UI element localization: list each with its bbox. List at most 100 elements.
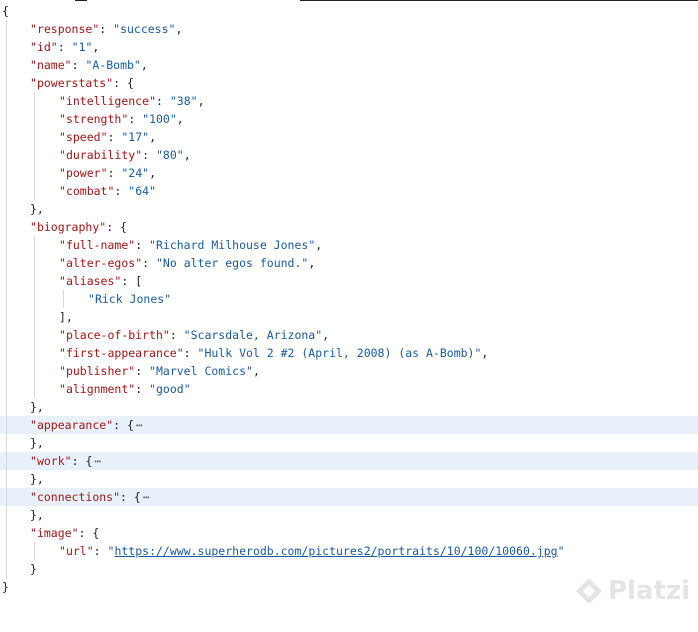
indent-guide xyxy=(6,200,7,218)
json-key: "publisher" xyxy=(59,364,136,378)
watermark-text: Platzi xyxy=(608,576,690,606)
indent-guide xyxy=(34,164,35,182)
json-value: "Richard Milhouse Jones" xyxy=(149,238,316,252)
json-line: "strength": "100", xyxy=(0,110,698,128)
json-line: }, xyxy=(0,434,698,452)
indent-guide xyxy=(6,380,7,398)
close-brace: } xyxy=(30,562,37,576)
close-brace: }, xyxy=(30,436,44,450)
json-key: "intelligence" xyxy=(59,94,156,108)
collapsed-appearance-row[interactable]: "appearance": {⋯ xyxy=(0,416,698,434)
json-key: "work" xyxy=(30,454,72,468)
json-key: "first-appearance" xyxy=(59,346,184,360)
ellipsis-icon[interactable]: ⋯ xyxy=(94,454,101,468)
close-brace: }, xyxy=(30,508,44,522)
json-line: "response": "success", xyxy=(0,20,698,38)
json-value: "64" xyxy=(128,184,157,198)
indent-guide xyxy=(34,146,35,164)
json-viewer: { "response": "success", "id": "1", "nam… xyxy=(0,2,698,596)
indent-guide xyxy=(34,344,35,362)
image-url-link[interactable]: https://www.superherodb.com/pictures2/po… xyxy=(114,544,557,558)
indent-guide xyxy=(6,560,7,578)
expand-toggle[interactable]: { xyxy=(127,76,134,90)
expand-toggle[interactable]: { xyxy=(127,418,134,432)
json-key: "speed" xyxy=(59,130,108,144)
json-key: "connections" xyxy=(30,490,121,504)
json-line: "intelligence": "38", xyxy=(0,92,698,110)
expand-toggle[interactable]: { xyxy=(92,526,99,540)
indent-guide xyxy=(6,542,7,560)
json-key: "power" xyxy=(59,166,108,180)
indent-guide xyxy=(34,308,35,326)
json-line: "speed": "17", xyxy=(0,128,698,146)
indent-guide xyxy=(6,362,7,380)
indent-guide xyxy=(6,20,7,38)
ellipsis-icon[interactable]: ⋯ xyxy=(136,418,143,432)
json-value: "good" xyxy=(149,382,191,396)
json-line[interactable]: "powerstats": { xyxy=(0,74,698,92)
indent-guide xyxy=(6,254,7,272)
json-line: "power": "24", xyxy=(0,164,698,182)
indent-guide xyxy=(6,128,7,146)
json-value: "A-Bomb" xyxy=(85,58,141,72)
ellipsis-icon[interactable]: ⋯ xyxy=(143,490,150,504)
indent-guide xyxy=(34,92,35,110)
indent-guide xyxy=(6,272,7,290)
indent-guide xyxy=(6,506,7,524)
json-line: "id": "1", xyxy=(0,38,698,56)
json-key: "combat" xyxy=(59,184,115,198)
indent-guide xyxy=(6,56,7,74)
root-close-brace: } xyxy=(2,580,9,594)
indent-guide xyxy=(63,290,64,308)
json-line: "durability": "80", xyxy=(0,146,698,164)
json-line[interactable]: "aliases": [ xyxy=(0,272,698,290)
json-line: }, xyxy=(0,506,698,524)
close-brace: }, xyxy=(30,400,44,414)
collapsed-work-row[interactable]: "work": {⋯ xyxy=(0,452,698,470)
indent-guide xyxy=(34,542,35,560)
indent-guide xyxy=(6,416,7,434)
json-line: }, xyxy=(0,398,698,416)
indent-guide xyxy=(34,236,35,254)
json-line: }, xyxy=(0,470,698,488)
json-key: "alignment" xyxy=(59,382,136,396)
collapsed-connections-row[interactable]: "connections": {⋯ xyxy=(0,488,698,506)
indent-guide xyxy=(34,128,35,146)
json-line: "publisher": "Marvel Comics", xyxy=(0,362,698,380)
json-line: "first-appearance": "Hulk Vol 2 #2 (Apri… xyxy=(0,344,698,362)
expand-toggle[interactable]: { xyxy=(85,454,92,468)
indent-guide xyxy=(34,254,35,272)
json-line: ], xyxy=(0,308,698,326)
indent-guide xyxy=(34,362,35,380)
json-value: "100" xyxy=(142,112,177,126)
indent-guide xyxy=(6,92,7,110)
json-line: { xyxy=(0,2,698,20)
platzi-watermark: Platzi xyxy=(574,576,690,606)
close-bracket: ], xyxy=(59,310,73,324)
json-value: "No alter egos found." xyxy=(155,256,309,270)
indent-guide xyxy=(6,434,7,452)
json-line: "full-name": "Richard Milhouse Jones", xyxy=(0,236,698,254)
indent-guide xyxy=(6,290,7,308)
json-line[interactable]: "biography": { xyxy=(0,218,698,236)
indent-guide xyxy=(6,146,7,164)
json-value: "80" xyxy=(155,148,184,162)
expand-toggle[interactable]: [ xyxy=(135,274,142,288)
indent-guide xyxy=(6,308,7,326)
root-open-brace: { xyxy=(2,4,9,18)
json-key: "response" xyxy=(30,22,100,36)
indent-guide xyxy=(6,470,7,488)
indent-guide xyxy=(34,326,35,344)
json-key: "biography" xyxy=(30,220,107,234)
expand-toggle[interactable]: { xyxy=(120,220,127,234)
toolbar-edge-segment xyxy=(300,0,698,1)
expand-toggle[interactable]: { xyxy=(134,490,141,504)
json-value: "Hulk Vol 2 #2 (April, 2008) (as A-Bomb)… xyxy=(197,346,482,360)
json-key: "place-of-birth" xyxy=(59,328,170,342)
json-line[interactable]: "image": { xyxy=(0,524,698,542)
json-value: "success" xyxy=(113,22,176,36)
indent-guide xyxy=(34,380,35,398)
platzi-logo-icon xyxy=(576,578,602,604)
json-line: "combat": "64" xyxy=(0,182,698,200)
json-key: "durability" xyxy=(59,148,143,162)
